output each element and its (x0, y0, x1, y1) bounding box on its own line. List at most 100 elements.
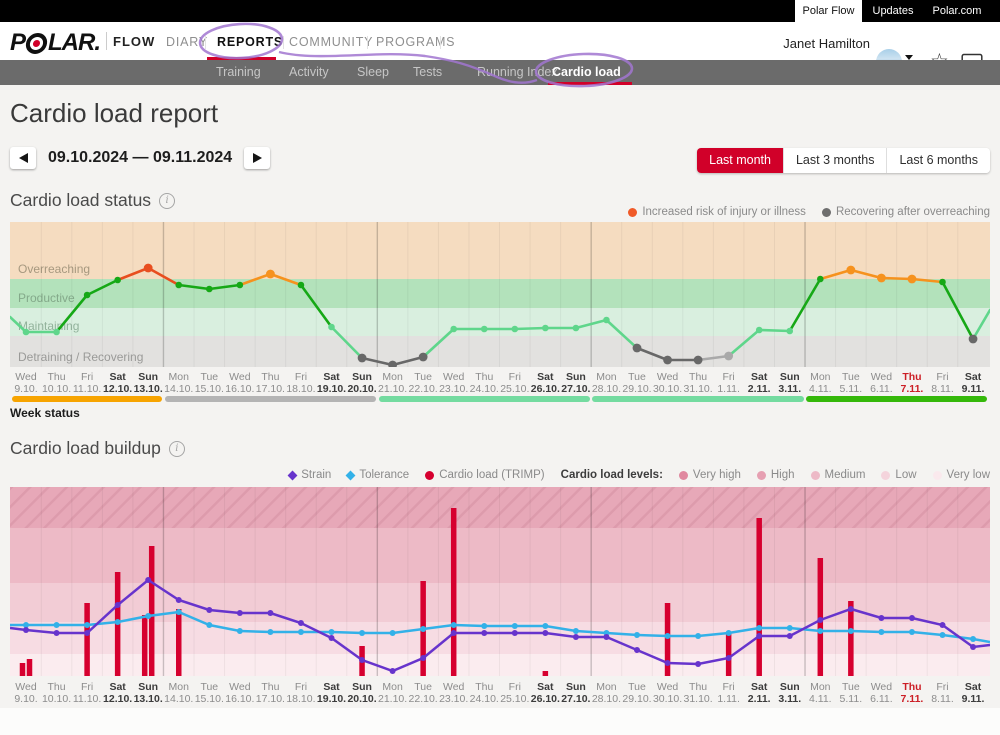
status-point[interactable] (23, 329, 30, 336)
nav-item-reports[interactable]: REPORTS (217, 35, 283, 49)
tolerance-point[interactable] (481, 623, 487, 629)
top-tab-polar-com[interactable]: Polar.com (924, 0, 990, 22)
strain-point[interactable] (665, 660, 671, 666)
tolerance-point[interactable] (542, 623, 548, 629)
strain-point[interactable] (787, 633, 793, 639)
tolerance-point[interactable] (451, 622, 457, 628)
strain-point[interactable] (512, 630, 518, 636)
trimp-bar[interactable] (84, 603, 90, 676)
strain-point[interactable] (817, 617, 823, 623)
user-name[interactable]: Janet Hamilton (770, 36, 870, 51)
buildup-info-icon[interactable]: i (169, 441, 185, 457)
tolerance-point[interactable] (206, 622, 212, 628)
tolerance-point[interactable] (329, 629, 335, 635)
nav-item-community[interactable]: COMMUNITY (289, 35, 373, 49)
polar-logo[interactable]: PLAR. (10, 29, 100, 57)
status-point[interactable] (512, 326, 519, 333)
range-button-last-month[interactable]: Last month (697, 148, 783, 173)
strain-point[interactable] (329, 635, 335, 641)
strain-point[interactable] (115, 602, 121, 608)
strain-point[interactable] (848, 606, 854, 612)
range-button-last-3-months[interactable]: Last 3 months (783, 148, 887, 173)
tolerance-point[interactable] (84, 622, 90, 628)
trimp-bar[interactable] (726, 632, 732, 676)
trimp-bar[interactable] (848, 601, 854, 676)
status-point[interactable] (573, 325, 580, 332)
subnav-item-sleep[interactable]: Sleep (357, 65, 389, 79)
tolerance-point[interactable] (267, 629, 273, 635)
tolerance-point[interactable] (176, 609, 182, 615)
strain-point[interactable] (481, 630, 487, 636)
strain-point[interactable] (267, 610, 273, 616)
tolerance-point[interactable] (359, 630, 365, 636)
trimp-bar[interactable] (20, 663, 26, 676)
status-point[interactable] (175, 282, 182, 289)
strain-point[interactable] (756, 633, 762, 639)
tolerance-point[interactable] (573, 628, 579, 634)
top-tab-updates[interactable]: Updates (862, 0, 924, 22)
strain-point[interactable] (390, 668, 396, 674)
trimp-bar[interactable] (142, 615, 148, 676)
strain-point[interactable] (726, 655, 732, 661)
subnav-item-running-index[interactable]: Running Index (477, 65, 558, 79)
tolerance-point[interactable] (909, 629, 915, 635)
top-tab-polar-flow[interactable]: Polar Flow (795, 0, 862, 22)
strain-point[interactable] (145, 577, 151, 583)
subnav-item-activity[interactable]: Activity (289, 65, 329, 79)
strain-point[interactable] (695, 661, 701, 667)
tolerance-point[interactable] (695, 633, 701, 639)
prev-period-button[interactable] (10, 147, 36, 169)
status-point[interactable] (939, 279, 946, 286)
status-point[interactable] (908, 275, 917, 284)
status-point[interactable] (450, 326, 457, 333)
status-point[interactable] (969, 335, 978, 344)
tolerance-point[interactable] (787, 625, 793, 631)
strain-point[interactable] (451, 630, 457, 636)
strain-point[interactable] (603, 634, 609, 640)
tolerance-point[interactable] (420, 626, 426, 632)
trimp-bar[interactable] (149, 546, 155, 676)
status-point[interactable] (542, 325, 549, 332)
status-point[interactable] (419, 353, 428, 362)
status-point[interactable] (603, 317, 610, 324)
strain-point[interactable] (237, 610, 243, 616)
subnav-item-cardio-load[interactable]: Cardio load (552, 65, 621, 79)
status-point[interactable] (114, 277, 121, 284)
status-point[interactable] (266, 270, 275, 279)
status-point[interactable] (144, 264, 153, 273)
status-point[interactable] (84, 292, 91, 299)
status-point[interactable] (206, 286, 213, 293)
strain-point[interactable] (176, 597, 182, 603)
tolerance-point[interactable] (817, 628, 823, 634)
status-point[interactable] (877, 274, 886, 283)
tolerance-point[interactable] (634, 632, 640, 638)
nav-item-diary[interactable]: DIARY (166, 35, 208, 49)
strain-point[interactable] (359, 657, 365, 663)
trimp-bar[interactable] (451, 508, 457, 676)
status-point[interactable] (663, 356, 672, 365)
strain-point[interactable] (54, 630, 60, 636)
strain-point[interactable] (573, 634, 579, 640)
strain-point[interactable] (206, 607, 212, 613)
tolerance-point[interactable] (756, 625, 762, 631)
status-point[interactable] (817, 276, 824, 283)
status-point[interactable] (633, 344, 642, 353)
tolerance-point[interactable] (940, 632, 946, 638)
buildup-chart[interactable] (10, 487, 990, 676)
status-point[interactable] (481, 326, 488, 333)
trimp-bar[interactable] (27, 659, 33, 676)
tolerance-point[interactable] (390, 630, 396, 636)
status-point[interactable] (53, 329, 60, 336)
strain-point[interactable] (420, 655, 426, 661)
status-point[interactable] (846, 266, 855, 275)
strain-point[interactable] (84, 630, 90, 636)
status-point[interactable] (724, 352, 733, 361)
status-point[interactable] (756, 327, 763, 334)
status-point[interactable] (358, 354, 367, 363)
trimp-bar[interactable] (756, 518, 762, 676)
tolerance-point[interactable] (848, 628, 854, 634)
strain-point[interactable] (909, 615, 915, 621)
tolerance-point[interactable] (115, 619, 121, 625)
trimp-bar[interactable] (543, 671, 549, 676)
status-point[interactable] (786, 328, 793, 335)
